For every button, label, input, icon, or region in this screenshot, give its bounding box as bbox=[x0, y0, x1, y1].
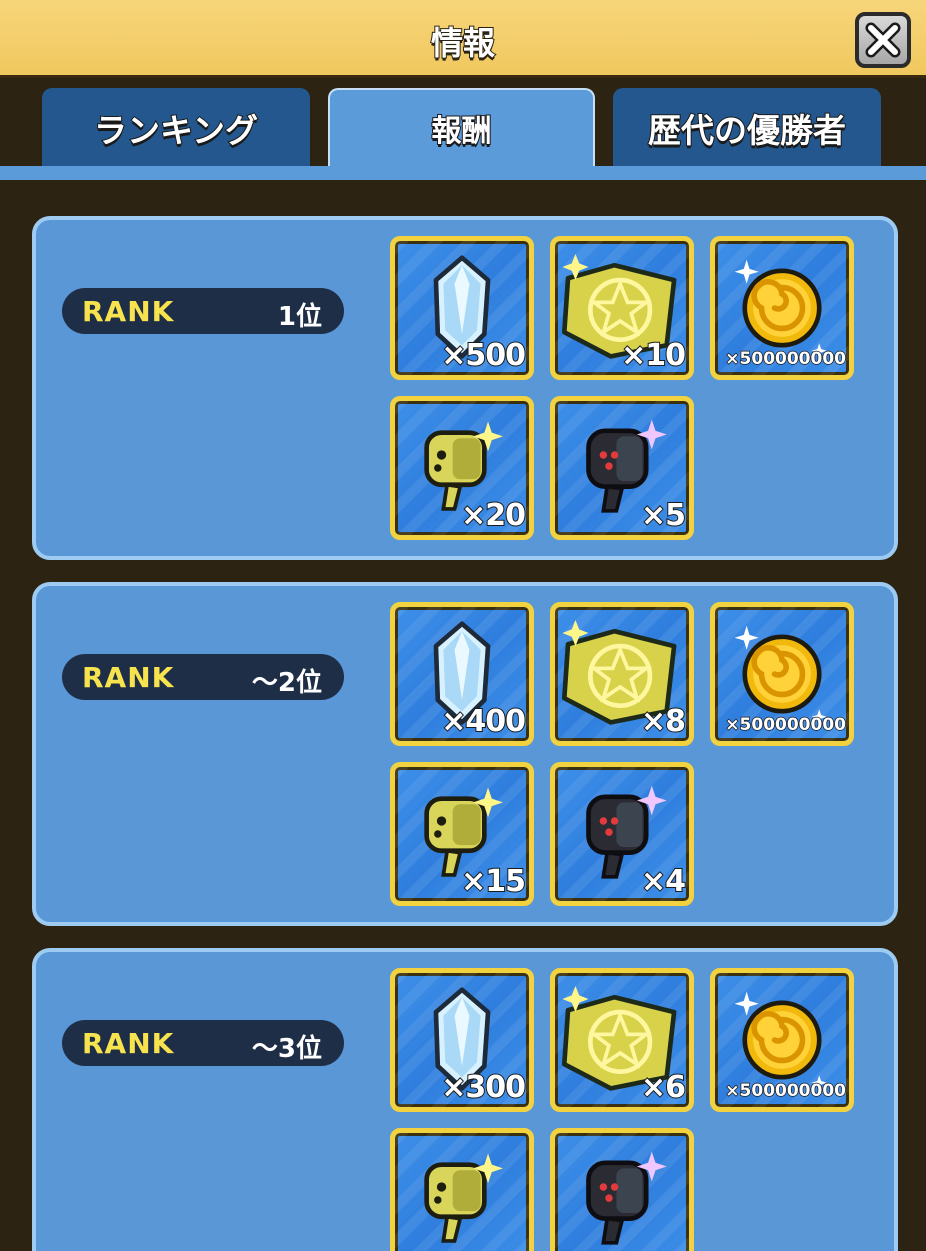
rank-label: RANK bbox=[82, 1027, 175, 1060]
reward-slot[interactable]: ×4 bbox=[550, 762, 694, 906]
rank-label: RANK bbox=[82, 295, 175, 328]
rank-badge: RANK ～3位 bbox=[62, 1020, 344, 1066]
reward-quantity: ×500 bbox=[440, 337, 527, 374]
reward-slot[interactable] bbox=[550, 1128, 694, 1251]
reward-slot[interactable]: ×10 bbox=[550, 236, 694, 380]
reward-quantity: ×8 bbox=[640, 703, 687, 740]
reward-quantity: ×20 bbox=[460, 497, 527, 534]
reward-quantity: ×5 bbox=[640, 497, 687, 534]
yellow-monster-icon bbox=[395, 1133, 529, 1251]
reward-slot[interactable]: ×15 bbox=[390, 762, 534, 906]
header-bar: 情報 bbox=[0, 0, 926, 78]
reward-slot[interactable]: ×6 bbox=[550, 968, 694, 1112]
reward-slot[interactable]: ×5 bbox=[550, 396, 694, 540]
reward-slot[interactable]: ×500000000 bbox=[710, 236, 854, 380]
rewards-list[interactable]: RANK 1位 ×500 ×10 ×500000000 ×20 ×5 RANK … bbox=[0, 180, 926, 1251]
tab-rewards[interactable]: 報酬 bbox=[328, 88, 595, 168]
black-monster-icon bbox=[555, 1133, 689, 1251]
reward-quantity: ×500000000 bbox=[725, 714, 847, 736]
rank-position: ～2位 bbox=[251, 668, 322, 698]
reward-slot[interactable]: ×300 bbox=[390, 968, 534, 1112]
rank-position: ～3位 bbox=[251, 1034, 322, 1064]
reward-slot[interactable]: ×500000000 bbox=[710, 968, 854, 1112]
reward-quantity: ×400 bbox=[440, 703, 527, 740]
reward-slot[interactable]: ×500000000 bbox=[710, 602, 854, 746]
tab-ranking[interactable]: ランキング bbox=[42, 88, 310, 168]
reward-quantity: ×6 bbox=[640, 1069, 687, 1106]
reward-slot[interactable]: ×400 bbox=[390, 602, 534, 746]
reward-quantity: ×15 bbox=[460, 863, 527, 900]
reward-tier-card: RANK 1位 ×500 ×10 ×500000000 ×20 ×5 bbox=[32, 216, 898, 560]
rank-badge: RANK 1位 bbox=[62, 288, 344, 334]
page-title: 情報 bbox=[430, 23, 496, 63]
reward-quantity: ×500000000 bbox=[725, 1080, 847, 1102]
reward-tier-card: RANK ～2位 ×400 ×8 ×500000000 ×15 ×4 bbox=[32, 582, 898, 926]
close-icon bbox=[865, 22, 901, 58]
tab-underline bbox=[0, 166, 926, 180]
close-button[interactable] bbox=[855, 12, 911, 68]
reward-quantity: ×500000000 bbox=[725, 348, 847, 370]
reward-slot[interactable]: ×20 bbox=[390, 396, 534, 540]
reward-quantity: ×300 bbox=[440, 1069, 527, 1106]
reward-slot[interactable]: ×8 bbox=[550, 602, 694, 746]
reward-quantity: ×4 bbox=[640, 863, 687, 900]
reward-slot[interactable]: ×500 bbox=[390, 236, 534, 380]
reward-tier-card: RANK ～3位 ×300 ×6 ×500000000 bbox=[32, 948, 898, 1251]
rank-position: 1位 bbox=[277, 302, 322, 332]
reward-quantity: ×10 bbox=[620, 337, 687, 374]
rank-badge: RANK ～2位 bbox=[62, 654, 344, 700]
tab-past-winners[interactable]: 歴代の優勝者 bbox=[613, 88, 881, 168]
reward-slot[interactable] bbox=[390, 1128, 534, 1251]
tab-bar: ランキング 報酬 歴代の優勝者 bbox=[0, 78, 926, 178]
rank-label: RANK bbox=[82, 661, 175, 694]
